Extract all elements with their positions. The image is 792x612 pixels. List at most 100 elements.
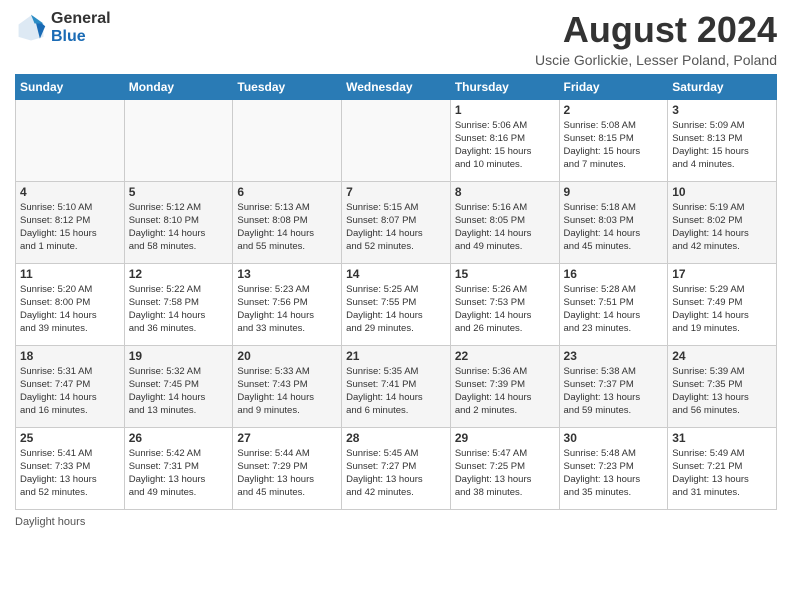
week-row-4: 18Sunrise: 5:31 AM Sunset: 7:47 PM Dayli… [16, 345, 777, 427]
day-number: 8 [455, 185, 555, 199]
table-row: 19Sunrise: 5:32 AM Sunset: 7:45 PM Dayli… [124, 345, 233, 427]
day-info: Sunrise: 5:19 AM Sunset: 8:02 PM Dayligh… [672, 201, 772, 254]
day-info: Sunrise: 5:20 AM Sunset: 8:00 PM Dayligh… [20, 283, 120, 336]
table-row: 29 Sunrise: 5:47 AM Sunset: 7:25 PM Dayli… [450, 427, 559, 509]
day-info: Sunrise: 5:09 AM Sunset: 8:13 PM Dayligh… [672, 119, 772, 172]
table-row: 14 Sunrise: 5:25 AM Sunset: 7:55 PM Dayli… [342, 263, 451, 345]
col-sunday: Sunday [16, 74, 125, 99]
day-number: 9 [564, 185, 664, 199]
table-row: 10 Sunrise: 5:19 AM Sunset: 8:02 PM Dayli… [668, 181, 777, 263]
table-row: 23Sunrise: 5:38 AM Sunset: 7:37 PM Dayli… [559, 345, 668, 427]
day-info: Sunrise: 5:49 AM Sunset: 7:21 PM Dayligh… [672, 447, 772, 500]
week-row-2: 4 Sunrise: 5:10 AM Sunset: 8:12 PM Daylig… [16, 181, 777, 263]
day-info: Sunrise: 5:31 AM Sunset: 7:47 PM Dayligh… [20, 365, 120, 418]
day-number: 26 [129, 431, 229, 445]
day-info: Sunrise: 5:15 AM Sunset: 8:07 PM Dayligh… [346, 201, 446, 254]
col-thursday: Thursday [450, 74, 559, 99]
logo-text: General Blue [51, 10, 111, 45]
day-number: 24 [672, 349, 772, 363]
day-info: Sunrise: 5:26 AM Sunset: 7:53 PM Dayligh… [455, 283, 555, 336]
day-number: 28 [346, 431, 446, 445]
footer: Daylight hours [15, 516, 777, 528]
day-number: 2 [564, 103, 664, 117]
table-row: 22 Sunrise: 5:36 AM Sunset: 7:39 PM Dayli… [450, 345, 559, 427]
day-number: 25 [20, 431, 120, 445]
logo: General Blue [15, 10, 111, 45]
main-title: August 2024 [535, 10, 777, 50]
table-row: 28 Sunrise: 5:45 AM Sunset: 7:27 PM Dayli… [342, 427, 451, 509]
col-saturday: Saturday [668, 74, 777, 99]
footer-text: Daylight hours [15, 516, 85, 528]
day-number: 11 [20, 267, 120, 281]
table-row: 17Sunrise: 5:29 AM Sunset: 7:49 PM Dayli… [668, 263, 777, 345]
week-row-3: 11 Sunrise: 5:20 AM Sunset: 8:00 PM Dayli… [16, 263, 777, 345]
table-row: 24 Sunrise: 5:39 AM Sunset: 7:35 PM Dayli… [668, 345, 777, 427]
calendar-table: Sunday Monday Tuesday Wednesday Thursday… [15, 74, 777, 510]
page: General Blue August 2024 Uscie Gorlickie… [0, 0, 792, 612]
day-number: 20 [237, 349, 337, 363]
logo-blue-text: Blue [51, 28, 111, 46]
day-number: 10 [672, 185, 772, 199]
day-info: Sunrise: 5:10 AM Sunset: 8:12 PM Dayligh… [20, 201, 120, 254]
title-block: August 2024 Uscie Gorlickie, Lesser Pola… [535, 10, 777, 68]
table-row: 5Sunrise: 5:12 AM Sunset: 8:10 PM Daylig… [124, 181, 233, 263]
table-row: 12 Sunrise: 5:22 AM Sunset: 7:58 PM Dayli… [124, 263, 233, 345]
table-row: 2 Sunrise: 5:08 AM Sunset: 8:15 PM Daylig… [559, 99, 668, 181]
day-number: 22 [455, 349, 555, 363]
table-row: 30Sunrise: 5:48 AM Sunset: 7:23 PM Dayli… [559, 427, 668, 509]
table-row: 27 Sunrise: 5:44 AM Sunset: 7:29 PM Dayli… [233, 427, 342, 509]
table-row: 7 Sunrise: 5:15 AM Sunset: 8:07 PM Daylig… [342, 181, 451, 263]
day-number: 15 [455, 267, 555, 281]
table-row: 8Sunrise: 5:16 AM Sunset: 8:05 PM Daylig… [450, 181, 559, 263]
calendar-header-row: Sunday Monday Tuesday Wednesday Thursday… [16, 74, 777, 99]
logo-general-text: General [51, 10, 111, 28]
day-number: 1 [455, 103, 555, 117]
day-info: Sunrise: 5:25 AM Sunset: 7:55 PM Dayligh… [346, 283, 446, 336]
table-row: 1 Sunrise: 5:06 AM Sunset: 8:16 PM Daylig… [450, 99, 559, 181]
day-info: Sunrise: 5:28 AM Sunset: 7:51 PM Dayligh… [564, 283, 664, 336]
table-row: 18Sunrise: 5:31 AM Sunset: 7:47 PM Dayli… [16, 345, 125, 427]
table-row [16, 99, 125, 181]
day-info: Sunrise: 5:45 AM Sunset: 7:27 PM Dayligh… [346, 447, 446, 500]
day-number: 13 [237, 267, 337, 281]
day-number: 5 [129, 185, 229, 199]
col-monday: Monday [124, 74, 233, 99]
day-info: Sunrise: 5:23 AM Sunset: 7:56 PM Dayligh… [237, 283, 337, 336]
table-row [233, 99, 342, 181]
day-info: Sunrise: 5:44 AM Sunset: 7:29 PM Dayligh… [237, 447, 337, 500]
week-row-1: 1 Sunrise: 5:06 AM Sunset: 8:16 PM Daylig… [16, 99, 777, 181]
day-number: 17 [672, 267, 772, 281]
day-info: Sunrise: 5:41 AM Sunset: 7:33 PM Dayligh… [20, 447, 120, 500]
table-row: 15 Sunrise: 5:26 AM Sunset: 7:53 PM Dayli… [450, 263, 559, 345]
day-number: 27 [237, 431, 337, 445]
day-info: Sunrise: 5:39 AM Sunset: 7:35 PM Dayligh… [672, 365, 772, 418]
table-row: 20 Sunrise: 5:33 AM Sunset: 7:43 PM Dayli… [233, 345, 342, 427]
day-info: Sunrise: 5:35 AM Sunset: 7:41 PM Dayligh… [346, 365, 446, 418]
day-info: Sunrise: 5:08 AM Sunset: 8:15 PM Dayligh… [564, 119, 664, 172]
col-tuesday: Tuesday [233, 74, 342, 99]
day-info: Sunrise: 5:22 AM Sunset: 7:58 PM Dayligh… [129, 283, 229, 336]
day-number: 4 [20, 185, 120, 199]
table-row: 26 Sunrise: 5:42 AM Sunset: 7:31 PM Dayli… [124, 427, 233, 509]
col-wednesday: Wednesday [342, 74, 451, 99]
table-row: 4 Sunrise: 5:10 AM Sunset: 8:12 PM Daylig… [16, 181, 125, 263]
table-row: 9Sunrise: 5:18 AM Sunset: 8:03 PM Daylig… [559, 181, 668, 263]
week-row-5: 25 Sunrise: 5:41 AM Sunset: 7:33 PM Dayli… [16, 427, 777, 509]
day-info: Sunrise: 5:42 AM Sunset: 7:31 PM Dayligh… [129, 447, 229, 500]
day-info: Sunrise: 5:47 AM Sunset: 7:25 PM Dayligh… [455, 447, 555, 500]
day-info: Sunrise: 5:33 AM Sunset: 7:43 PM Dayligh… [237, 365, 337, 418]
day-info: Sunrise: 5:36 AM Sunset: 7:39 PM Dayligh… [455, 365, 555, 418]
day-number: 7 [346, 185, 446, 199]
logo-icon [15, 12, 47, 44]
day-number: 12 [129, 267, 229, 281]
day-number: 14 [346, 267, 446, 281]
table-row: 6Sunrise: 5:13 AM Sunset: 8:08 PM Daylig… [233, 181, 342, 263]
table-row: 25 Sunrise: 5:41 AM Sunset: 7:33 PM Dayli… [16, 427, 125, 509]
table-row: 21 Sunrise: 5:35 AM Sunset: 7:41 PM Dayli… [342, 345, 451, 427]
day-info: Sunrise: 5:06 AM Sunset: 8:16 PM Dayligh… [455, 119, 555, 172]
day-number: 29 [455, 431, 555, 445]
day-number: 19 [129, 349, 229, 363]
table-row: 16Sunrise: 5:28 AM Sunset: 7:51 PM Dayli… [559, 263, 668, 345]
day-number: 21 [346, 349, 446, 363]
day-number: 3 [672, 103, 772, 117]
